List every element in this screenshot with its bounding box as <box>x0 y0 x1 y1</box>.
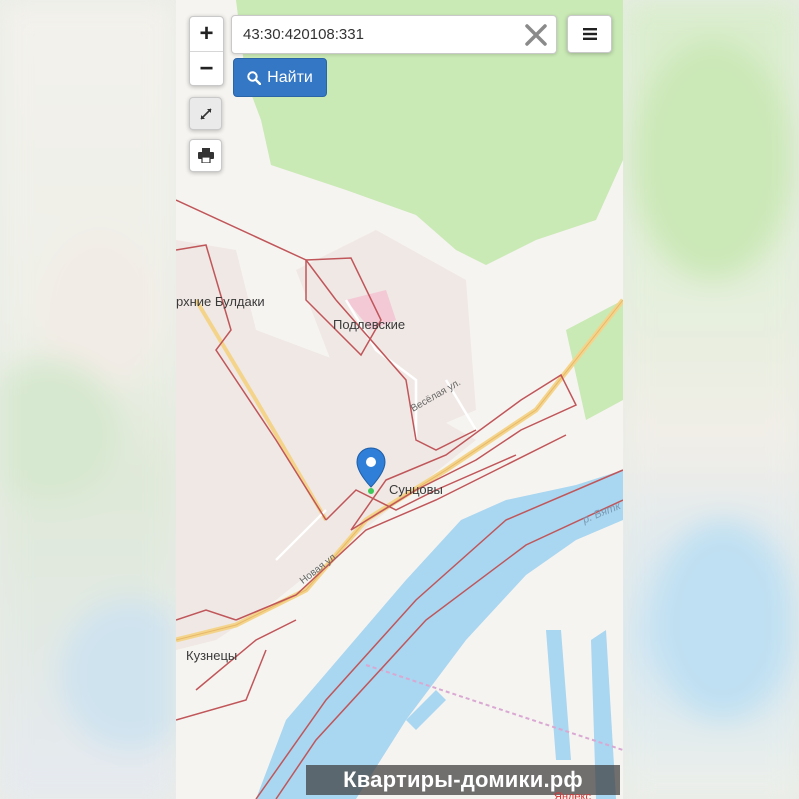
zoom-out-button[interactable]: − <box>190 51 223 86</box>
find-button[interactable]: Найти <box>233 58 327 97</box>
place-label-kuznetsy: Кузнецы <box>186 648 238 663</box>
map-pin-icon[interactable] <box>356 447 386 495</box>
map-canvas <box>176 0 623 799</box>
place-label-suntsovy: Сунцовы <box>389 482 443 497</box>
map-view[interactable]: рхние Булдаки Подлевские Сунцовы Кузнецы… <box>176 0 623 799</box>
hamburger-menu-icon <box>582 28 597 40</box>
fullscreen-icon <box>199 107 212 120</box>
search-input[interactable] <box>232 16 513 53</box>
print-button[interactable] <box>189 139 222 172</box>
minus-icon: − <box>199 55 214 82</box>
place-label-podlevskie: Подлевские <box>333 317 406 332</box>
zoom-in-button[interactable]: + <box>190 17 223 51</box>
search-icon <box>247 70 262 85</box>
printer-icon <box>197 148 214 163</box>
blurred-background-right <box>623 0 799 799</box>
close-icon[interactable] <box>524 23 548 47</box>
plus-icon: + <box>199 20 214 47</box>
map-attribution: Яндекс <box>554 791 591 799</box>
place-label-verkhnie-buldaki: рхние Булдаки <box>176 294 265 309</box>
menu-button[interactable] <box>567 15 612 53</box>
blurred-background-left <box>0 0 176 799</box>
find-button-label: Найти <box>267 68 313 86</box>
zoom-control: + − <box>189 16 224 86</box>
search-box <box>231 15 557 54</box>
fullscreen-button[interactable] <box>189 97 222 130</box>
